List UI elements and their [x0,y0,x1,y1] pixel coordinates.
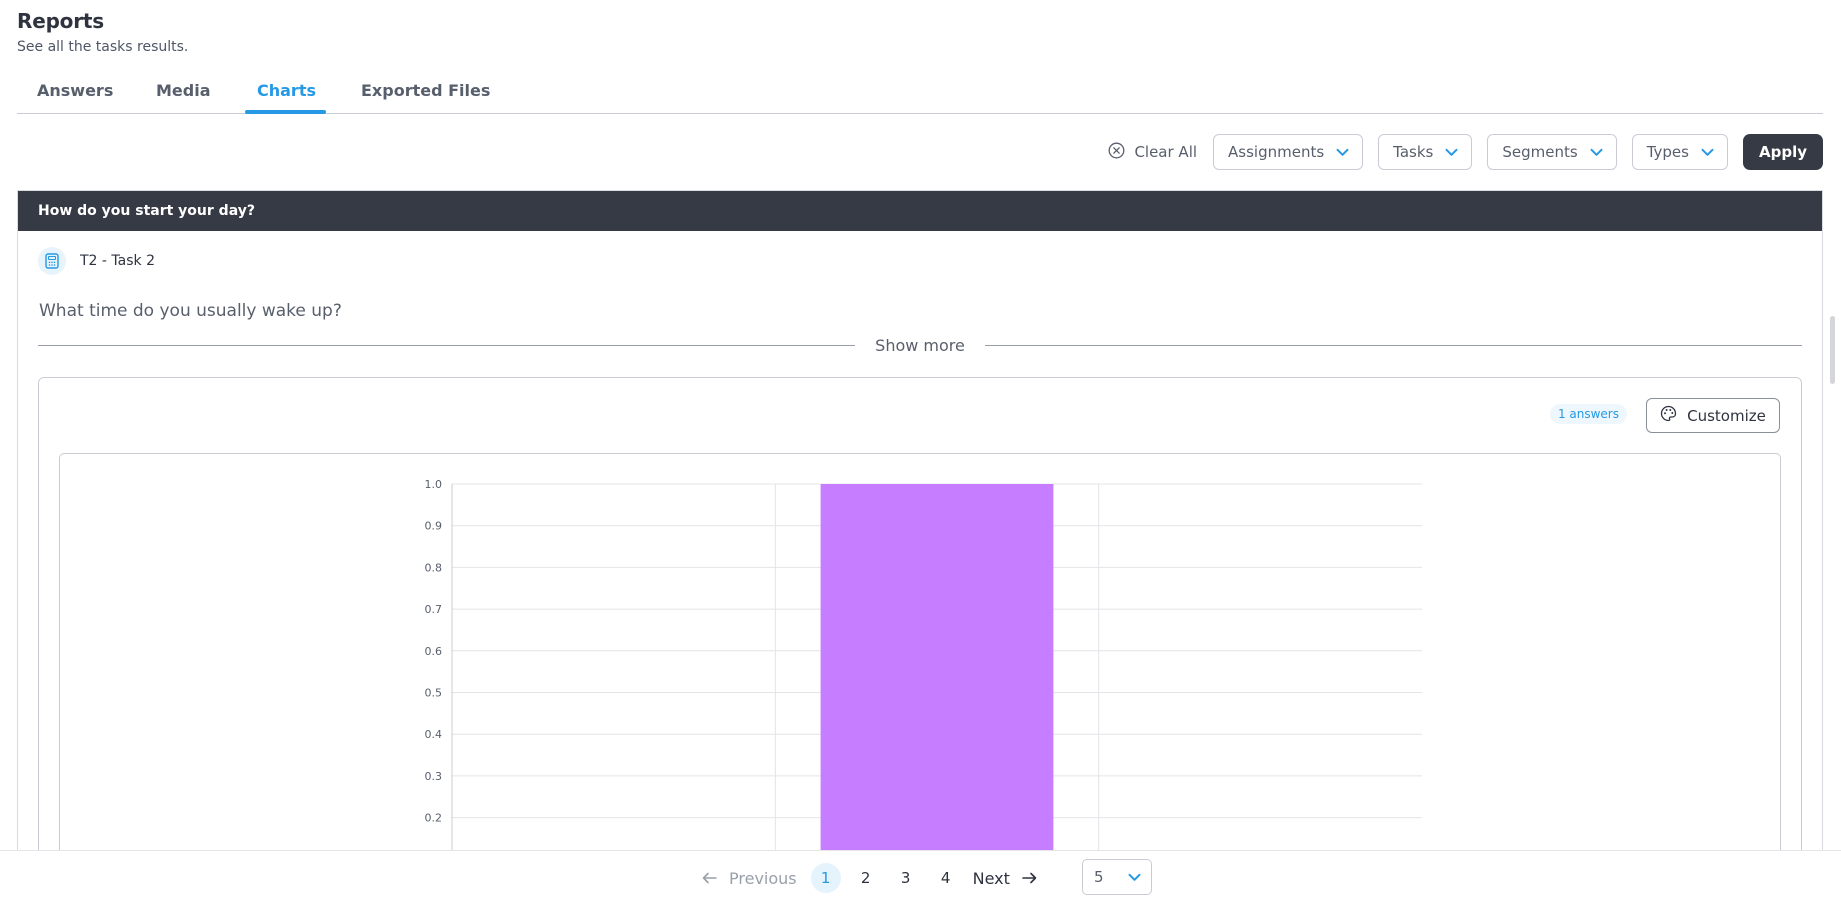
page-1-button[interactable]: 1 [810,863,841,893]
active-tab-indicator [245,110,326,114]
page-2-button[interactable]: 2 [851,863,881,893]
chevron-down-icon [1128,868,1141,886]
previous-label: Previous [729,868,797,888]
customize-label: Customize [1687,406,1766,425]
chart-card: 1 answers Customize 1.0 0.9 0.8 0.7 0.6 0.5 0.… [38,377,1802,850]
tab-bar: Answers Media Charts Exported Files [17,74,1823,114]
tab-answers[interactable]: Answers [37,81,113,100]
chevron-down-icon [1445,143,1458,161]
y-tick-label: 0.9 [425,520,443,533]
y-tick-label: 0.2 [425,812,443,825]
question-prompt: What time do you usually wake up? [39,301,342,321]
bar-chart: 1.00.90.80.70.60.50.40.30.20.1 [425,478,1422,850]
question-card: How do you start your day? T2 - Task 2 W… [17,190,1823,850]
chevron-down-icon [1590,143,1603,161]
assignments-filter-label: Assignments [1228,143,1325,161]
divider [38,344,856,346]
calculator-icon [38,247,66,275]
palette-icon [1660,405,1677,426]
previous-page-button[interactable]: Previous [702,869,797,888]
segments-filter-label: Segments [1502,143,1578,161]
pager: Previous 1 2 3 4 Next [702,862,1037,894]
chart-bar [820,484,1054,850]
per-page-select[interactable]: 5 [1082,859,1152,895]
pagination-bar: Previous 1 2 3 4 Next 5 [0,850,1841,900]
apply-button[interactable]: Apply [1742,134,1823,170]
show-more-button[interactable]: Show more [855,336,985,355]
arrow-right-icon [1022,869,1037,888]
close-circle-icon [1108,142,1125,163]
tab-media[interactable]: Media [156,81,211,100]
tasks-filter[interactable]: Tasks [1378,134,1473,170]
assignments-filter[interactable]: Assignments [1213,134,1364,170]
answers-count-badge: 1 answers [1549,404,1627,424]
chart-area: 1.00.90.80.70.60.50.40.30.20.1 [59,453,1781,850]
task-label: T2 - Task 2 [80,253,155,269]
types-filter-label: Types [1646,143,1689,161]
y-tick-label: 0.5 [425,687,443,700]
types-filter[interactable]: Types [1631,134,1728,170]
y-tick-label: 1.0 [425,478,443,491]
page-3-button[interactable]: 3 [891,863,921,893]
customize-button[interactable]: Customize [1646,398,1780,433]
page-header: Reports See all the tasks results. [17,9,188,55]
tasks-filter-label: Tasks [1393,143,1434,161]
page-title: Reports [17,9,104,33]
chevron-down-icon [1336,143,1349,161]
y-tick-label: 0.3 [425,770,443,783]
clear-all-label: Clear All [1134,143,1198,161]
tab-charts[interactable]: Charts [257,81,316,100]
arrow-left-icon [702,869,717,888]
clear-all-button[interactable]: Clear All [1108,142,1197,163]
y-tick-label: 0.4 [425,728,443,741]
tab-exported-files[interactable]: Exported Files [361,81,490,100]
segments-filter[interactable]: Segments [1487,134,1617,170]
page-4-button[interactable]: 4 [931,863,961,893]
filter-bar: Clear All Assignments Tasks Segments Typ… [1108,134,1823,170]
y-tick-label: 0.6 [425,645,443,658]
y-tick-label: 0.8 [425,561,443,574]
chevron-down-icon [1701,143,1714,161]
task-row: T2 - Task 2 [38,247,155,275]
y-tick-label: 0.7 [425,603,443,616]
question-header: How do you start your day? [18,191,1822,231]
page-subtitle: See all the tasks results. [17,39,189,55]
divider [984,344,1803,346]
per-page-value: 5 [1094,868,1104,886]
scrollbar-thumb[interactable] [1830,316,1835,384]
next-page-button[interactable]: Next [973,869,1037,888]
show-more-row: Show more [38,335,1803,355]
next-label: Next [972,868,1010,888]
